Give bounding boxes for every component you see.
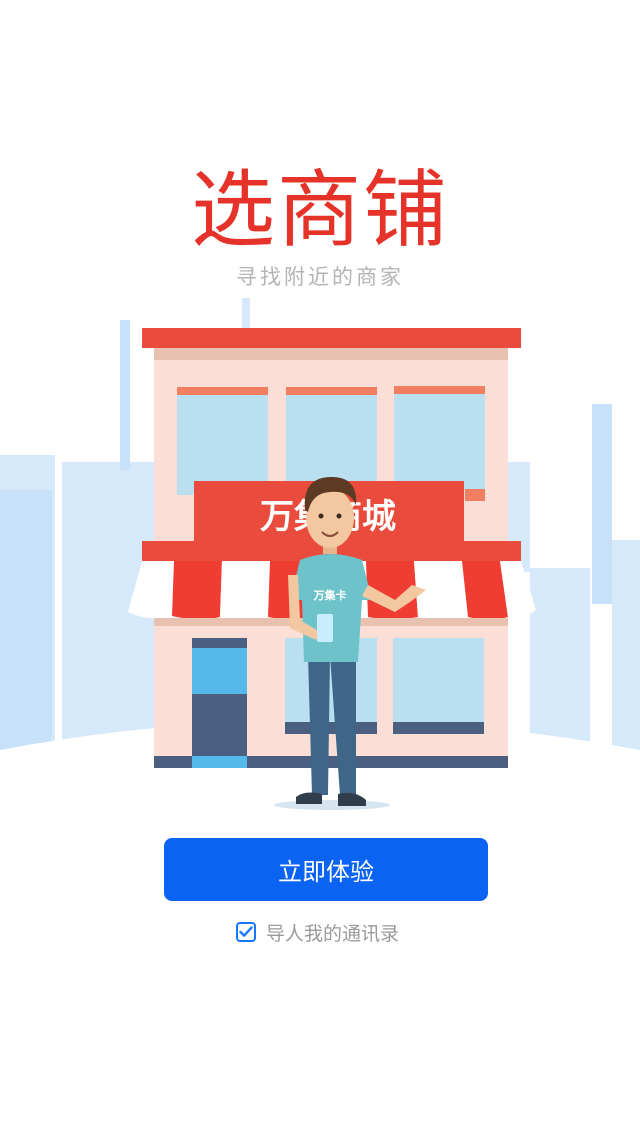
- try-now-button[interactable]: 立即体验: [164, 838, 488, 901]
- check-icon: [239, 926, 253, 937]
- page-title: 选商铺: [190, 161, 449, 259]
- import-contacts-checkbox[interactable]: [236, 922, 256, 942]
- shirt-text: 万集卡: [313, 588, 347, 602]
- page-subtitle: 寻找附近的商家: [236, 265, 404, 289]
- import-contacts-option[interactable]: 导人我的通讯录: [236, 918, 399, 946]
- store-illustration: 万集商城 万集卡: [0, 298, 640, 820]
- import-contacts-label: 导人我的通讯录: [266, 922, 400, 945]
